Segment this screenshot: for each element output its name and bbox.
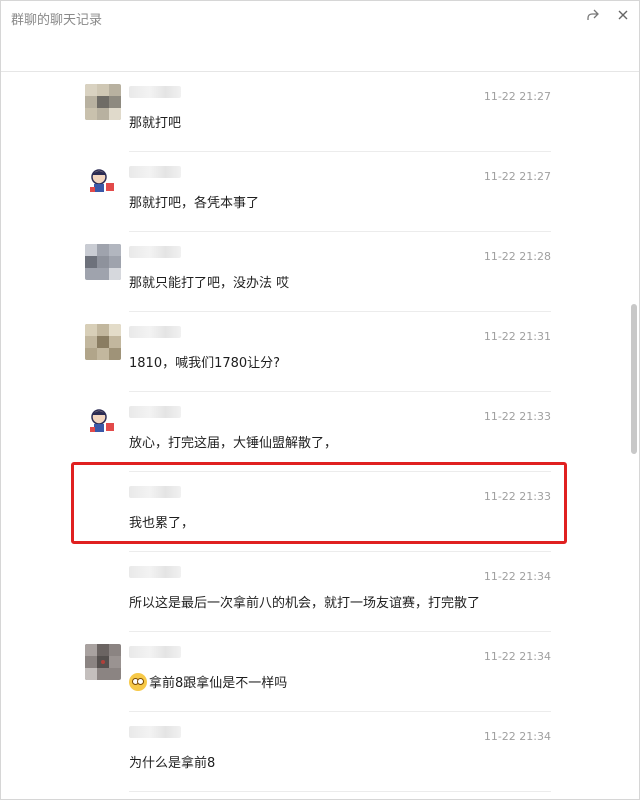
- avatar[interactable]: [85, 404, 121, 440]
- sender-name-blurred: [129, 166, 181, 178]
- close-icon[interactable]: [613, 5, 633, 25]
- message-list[interactable]: 11-22 21:27 那就打吧 11-22 21:27 那就打吧，各凭本事了 …: [1, 72, 629, 799]
- avatar[interactable]: [85, 244, 121, 280]
- message-text: 那就打吧，各凭本事了: [129, 196, 260, 211]
- window-title: 群聊的聊天记录: [11, 13, 103, 28]
- message-item: 11-22 21:34 所以这是最后一次拿前八的机会，就打一场友谊赛，打完散了: [1, 552, 629, 632]
- sender-name-blurred: [129, 566, 181, 578]
- sender-name-blurred: [129, 646, 181, 658]
- sender-name-blurred: [129, 326, 181, 338]
- message-item: 11-22 21:34 拿前8跟拿仙是不一样吗: [1, 632, 629, 712]
- avatar[interactable]: [85, 164, 121, 200]
- avatar[interactable]: [85, 84, 121, 120]
- title-bar: 群聊的聊天记录: [1, 1, 639, 72]
- sender-name-blurred: [129, 406, 181, 418]
- scrollbar-thumb[interactable]: [631, 304, 637, 454]
- avatar[interactable]: [85, 644, 121, 680]
- divider: [129, 791, 551, 792]
- message-time: 11-22 21:34: [483, 730, 551, 743]
- flushed-face-emoji: [129, 673, 147, 691]
- message-text: 1810，喊我们1780让分?: [129, 356, 281, 371]
- message-time: 11-22 21:28: [483, 250, 551, 263]
- message-text: 拿前8跟拿仙是不一样吗: [129, 672, 287, 691]
- message-item: 11-22 21:27 那就打吧，各凭本事了: [1, 152, 629, 232]
- message-item: 11-22 21:31 1810，喊我们1780让分?: [1, 312, 629, 392]
- sender-name-blurred: [129, 726, 181, 738]
- message-item: 11-22 21:33 放心，打完这届，大锤仙盟解散了，: [1, 392, 629, 472]
- scrollbar[interactable]: [629, 72, 639, 799]
- message-time: 11-22 21:27: [483, 90, 551, 103]
- message-item: 11-22 21:28 那就只能打了吧，没办法 哎: [1, 232, 629, 312]
- message-text: 那就打吧: [129, 116, 182, 131]
- highlight-box: [71, 462, 567, 544]
- message-time: 11-22 21:34: [483, 570, 551, 583]
- message-time: 11-22 21:33: [483, 410, 551, 423]
- avatar[interactable]: [85, 324, 121, 360]
- message-time: 11-22 21:27: [483, 170, 551, 183]
- share-icon[interactable]: [583, 5, 603, 25]
- message-time: 11-22 21:31: [483, 330, 551, 343]
- message-time: 11-22 21:34: [483, 650, 551, 663]
- message-text-content: 拿前8跟拿仙是不一样吗: [149, 676, 288, 691]
- message-item: 11-22 21:34 为什么是拿前8: [1, 712, 629, 792]
- avatar: [85, 564, 121, 600]
- sender-name-blurred: [129, 86, 181, 98]
- chat-history-window: 群聊的聊天记录 11-22 21:27 那就打吧 11-22 21:27 那就打…: [0, 0, 640, 800]
- message-text: 为什么是拿前8: [129, 756, 216, 771]
- message-item: 11-22 21:27 那就打吧: [1, 72, 629, 152]
- message-text: 放心，打完这届，大锤仙盟解散了，: [129, 436, 338, 451]
- avatar: [85, 724, 121, 760]
- message-text: 那就只能打了吧，没办法 哎: [129, 276, 290, 291]
- message-text: 所以这是最后一次拿前八的机会，就打一场友谊赛，打完散了: [129, 596, 481, 611]
- sender-name-blurred: [129, 246, 181, 258]
